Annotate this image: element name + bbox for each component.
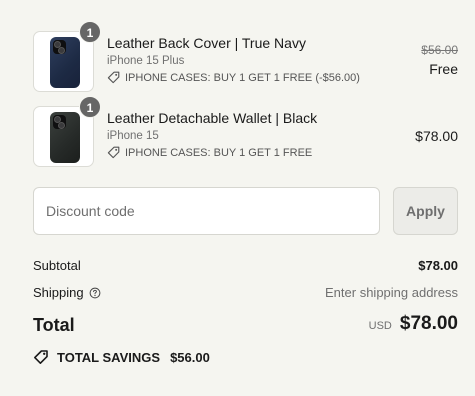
original-price: $56.00 (421, 43, 458, 57)
total-label: Total (33, 315, 75, 335)
total-value: $78.00 (399, 313, 458, 334)
quantity-badge: 1 (79, 96, 101, 118)
subtotal-label: Subtotal (33, 258, 81, 273)
line-item: 1 Leather Detachable Wallet | Black iPho… (33, 96, 458, 167)
discount-code-input[interactable] (33, 187, 380, 235)
item-price: Free (429, 61, 458, 77)
savings-value: $56.00 (170, 349, 210, 365)
line-item: 1 Leather Back Cover | True Navy iPhone … (33, 21, 458, 92)
product-variant: iPhone 15 (107, 130, 159, 142)
camera-icon (53, 40, 66, 54)
savings-tag-icon (34, 350, 48, 364)
apply-button[interactable]: Apply (393, 187, 458, 235)
discount-text: IPHONE CASES: BUY 1 GET 1 FREE (125, 146, 313, 159)
discount-applied: IPHONE CASES: BUY 1 GET 1 FREE (-$56.00) (107, 71, 360, 84)
total-amount-group: USD $78.00 (369, 313, 458, 335)
phone-case-navy-image (50, 37, 80, 88)
discount-text: IPHONE CASES: BUY 1 GET 1 FREE (-$56.00) (125, 71, 360, 84)
tag-icon (107, 71, 120, 84)
shipping-label: Shipping (33, 285, 84, 300)
currency-code: USD (368, 320, 392, 332)
item-price: $78.00 (415, 128, 458, 144)
discount-applied: IPHONE CASES: BUY 1 GET 1 FREE (107, 146, 312, 159)
shipping-value: Enter shipping address (325, 285, 458, 300)
product-name: Leather Detachable Wallet | Black (107, 110, 318, 126)
subtotal-value: $78.00 (418, 258, 458, 273)
shipping-label-group: Shipping (33, 285, 101, 300)
product-name: Leather Back Cover | True Navy (107, 35, 306, 51)
product-variant: iPhone 15 Plus (107, 55, 185, 67)
savings-label: TOTAL SAVINGS (57, 349, 161, 365)
total-savings: TOTAL SAVINGS $56.00 (33, 349, 210, 365)
help-circle-icon[interactable] (89, 287, 101, 299)
quantity-badge: 1 (79, 21, 101, 43)
camera-icon (53, 115, 66, 129)
tag-icon (107, 146, 120, 159)
phone-wallet-black-image (50, 112, 80, 163)
